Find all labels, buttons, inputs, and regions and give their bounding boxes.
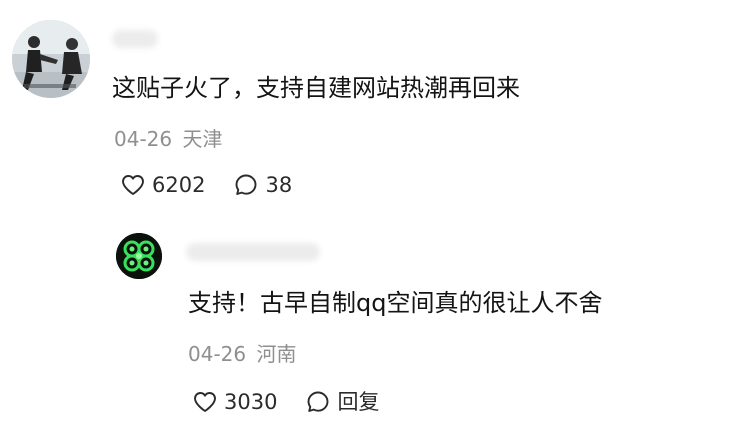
commenter-avatar[interactable] [116,233,162,279]
comment-date: 04-26 [188,342,247,366]
comment-bubble-icon [236,174,257,195]
photo-avatar-icon [12,20,90,98]
reply-label: 回复 [337,390,380,414]
comment-actions: 6202 38 [120,172,292,198]
comment-2: 支持！古早自制qq空间真的很让人不舍 04-26 河南 3030 回复 [0,215,740,442]
like-button[interactable]: 6202 [120,172,205,198]
heart-icon [122,175,144,195]
comment-bubble-icon [308,391,329,412]
reply-count: 38 [265,173,293,197]
reply-button[interactable]: 回复 [305,389,379,415]
clover-avatar-icon [116,233,162,279]
comment-meta: 04-26 天津 [114,126,222,152]
like-count: 3030 [224,390,278,414]
comment-text: 支持！古早自制qq空间真的很让人不舍 [188,289,603,317]
comment-text: 这贴子火了，支持自建网站热潮再回来 [112,74,520,102]
like-count: 6202 [152,173,206,197]
comment-meta: 04-26 河南 [188,341,296,367]
comment-date: 04-26 [114,127,173,151]
reply-button[interactable]: 38 [233,172,292,198]
like-button[interactable]: 3030 [192,389,277,415]
comment-location: 天津 [182,127,223,151]
comment-1: 这贴子火了，支持自建网站热潮再回来 04-26 天津 6202 38 [0,0,740,215]
commenter-username-blurred[interactable] [186,243,320,261]
heart-icon [194,392,216,412]
commenter-username-blurred[interactable] [112,30,158,48]
commenter-avatar[interactable] [12,20,90,98]
comment-location: 河南 [256,342,297,366]
comment-actions: 3030 回复 [192,389,379,415]
